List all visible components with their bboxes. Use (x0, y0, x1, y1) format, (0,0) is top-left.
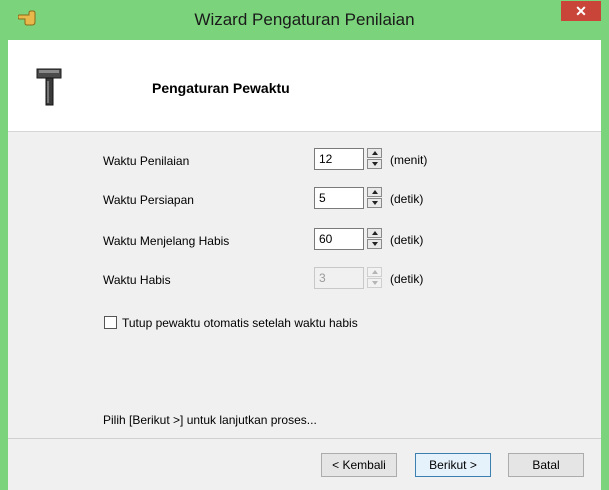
next-button[interactable]: Berikut > (415, 453, 491, 477)
arrow-up-icon (372, 231, 378, 235)
wizard-header: Pengaturan Pewaktu (8, 40, 601, 132)
field-label-waktu-habis: Waktu Habis (103, 273, 171, 287)
field-label-waktu-menjelang-habis: Waktu Menjelang Habis (103, 234, 230, 248)
arrow-up-icon (372, 151, 378, 155)
increment-button (367, 267, 382, 277)
arrow-down-icon (372, 242, 378, 246)
arrow-up-icon (372, 270, 378, 274)
waktu-persiapan-stepper[interactable] (367, 187, 382, 209)
arrow-down-icon (372, 162, 378, 166)
unit-label: (menit) (390, 153, 428, 167)
increment-button[interactable] (367, 148, 382, 158)
hammer-icon (36, 68, 62, 106)
waktu-menjelang-habis-input[interactable]: 60 (314, 228, 364, 250)
instruction-text: Pilih [Berikut >] untuk lanjutkan proses… (103, 413, 317, 427)
close-button[interactable]: ✕ (561, 1, 601, 21)
waktu-habis-stepper (367, 267, 382, 289)
increment-button[interactable] (367, 228, 382, 238)
unit-label: (detik) (390, 192, 424, 206)
decrement-button (367, 278, 382, 288)
footer-divider (8, 438, 601, 439)
waktu-penilaian-input[interactable]: 12 (314, 148, 364, 170)
cancel-button[interactable]: Batal (508, 453, 584, 477)
waktu-persiapan-input[interactable]: 5 (314, 187, 364, 209)
unit-label: (detik) (390, 233, 424, 247)
decrement-button[interactable] (367, 159, 382, 169)
page-title: Pengaturan Pewaktu (152, 80, 290, 96)
auto-close-label[interactable]: Tutup pewaktu otomatis setelah waktu hab… (122, 316, 358, 330)
arrow-down-icon (372, 281, 378, 285)
auto-close-checkbox[interactable] (104, 316, 117, 329)
field-label-waktu-penilaian: Waktu Penilaian (103, 154, 190, 168)
decrement-button[interactable] (367, 198, 382, 208)
waktu-habis-input: 3 (314, 267, 364, 289)
field-label-waktu-persiapan: Waktu Persiapan (103, 193, 194, 207)
arrow-down-icon (372, 201, 378, 205)
waktu-penilaian-stepper[interactable] (367, 148, 382, 170)
title-bar[interactable]: Wizard Pengaturan Penilaian ✕ (0, 0, 609, 40)
back-button[interactable]: < Kembali (321, 453, 397, 477)
wizard-window: Wizard Pengaturan Penilaian ✕ Pengaturan… (0, 0, 609, 490)
unit-label: (detik) (390, 272, 424, 286)
window-title: Wizard Pengaturan Penilaian (194, 10, 415, 29)
decrement-button[interactable] (367, 239, 382, 249)
wizard-client-area: Pengaturan Pewaktu Waktu Penilaian 12 (m… (8, 40, 601, 490)
arrow-up-icon (372, 190, 378, 194)
increment-button[interactable] (367, 187, 382, 197)
waktu-menjelang-habis-stepper[interactable] (367, 228, 382, 250)
